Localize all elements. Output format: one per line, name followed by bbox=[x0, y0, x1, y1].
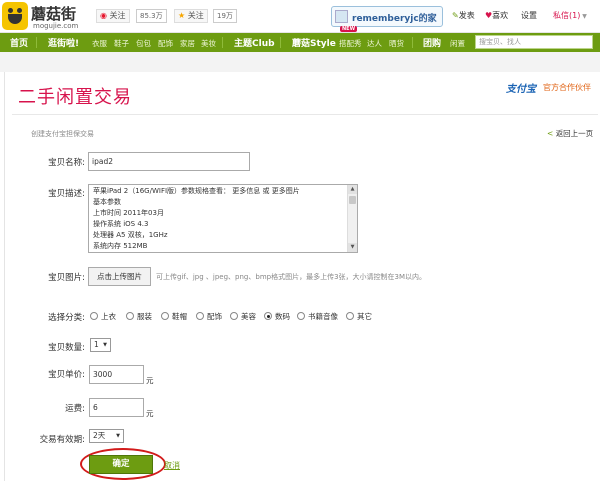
category-label-books: 书籍音像 bbox=[308, 312, 338, 321]
nav-club[interactable]: 主题Club bbox=[234, 36, 275, 49]
user-home-link[interactable]: rememberyjc的家 bbox=[331, 6, 443, 27]
desc-line: 操作系统 iOS 4.3 bbox=[93, 220, 149, 228]
title-divider bbox=[12, 114, 598, 115]
nav-match[interactable]: 搭配秀 bbox=[339, 38, 362, 49]
upload-hint: 可上传gif、jpg 、jpeg、png、bmp格式图片，最多上传3张，大小请控… bbox=[156, 273, 427, 281]
nav-idle[interactable]: 闲置 bbox=[450, 38, 465, 49]
chevron-down-icon: ▼ bbox=[580, 13, 587, 20]
top-bar: 蘑菇街 mogujie.com ◉ 关注 85.3万 ★ 关注 19万 reme… bbox=[0, 0, 600, 33]
nav-clothes[interactable]: 衣服 bbox=[92, 38, 107, 49]
user-home-name: rememberyjc的家 bbox=[352, 14, 437, 24]
category-radio-books[interactable] bbox=[297, 312, 305, 320]
weibo-icon: ◉ bbox=[100, 11, 107, 20]
category-radio-clothing[interactable] bbox=[126, 312, 134, 320]
shipping-input[interactable]: 6 bbox=[89, 398, 144, 417]
desc-line: 上市时间 2011年03月 bbox=[93, 209, 164, 217]
logo-eye-right bbox=[17, 8, 22, 13]
nav-beauty[interactable]: 美妆 bbox=[201, 38, 216, 49]
brand-url: mogujie.com bbox=[33, 22, 79, 30]
category-label-tops: 上衣 bbox=[101, 312, 116, 321]
chevron-down-icon: ▼ bbox=[103, 342, 107, 348]
validity-select[interactable]: 2天 ▼ bbox=[89, 429, 124, 443]
alipay-logo: 支付宝 bbox=[506, 84, 536, 95]
category-label-shoes-hats: 鞋帽 bbox=[172, 312, 187, 321]
chevron-down-icon: ▼ bbox=[116, 433, 120, 439]
scroll-thumb[interactable] bbox=[349, 196, 356, 204]
shipping-label: 运费: bbox=[65, 404, 85, 414]
category-label-digital: 数码 bbox=[275, 312, 290, 321]
category-radio-digital[interactable] bbox=[264, 312, 272, 320]
star-icon: ★ bbox=[178, 11, 186, 20]
desc-line: 系统内存 512MB bbox=[93, 242, 148, 250]
price-label: 宝贝单价: bbox=[48, 370, 85, 380]
scroll-up-icon[interactable]: ▲ bbox=[348, 185, 357, 194]
desc-label: 宝贝描述: bbox=[48, 189, 85, 199]
pencil-icon: ✎ bbox=[452, 11, 459, 20]
nav-style[interactable]: 蘑菇Style bbox=[292, 36, 336, 49]
search-input[interactable]: 搜宝贝、找人 bbox=[475, 35, 593, 49]
quantity-select[interactable]: 1 ▼ bbox=[90, 338, 111, 352]
scroll-down-icon[interactable]: ▼ bbox=[348, 243, 357, 252]
page-gap bbox=[0, 52, 600, 72]
breadcrumb: 创建支付宝担保交易 bbox=[31, 130, 94, 138]
avatar bbox=[335, 10, 348, 23]
logo-eye-left bbox=[8, 8, 13, 13]
category-label-beauty: 美容 bbox=[241, 312, 256, 321]
price-unit: 元 bbox=[146, 376, 154, 385]
qty-label: 宝贝数量: bbox=[48, 343, 85, 353]
category-label: 选择分类: bbox=[48, 313, 85, 323]
category-label-accessories: 配饰 bbox=[207, 312, 222, 321]
category-label-other: 其它 bbox=[357, 312, 372, 321]
nav-bags[interactable]: 包包 bbox=[136, 38, 151, 49]
mogujie-logo-icon[interactable] bbox=[2, 2, 28, 30]
shipping-unit: 元 bbox=[146, 409, 154, 418]
nav-divider bbox=[36, 37, 37, 48]
likes-link[interactable]: ♥喜欢 bbox=[485, 10, 508, 21]
category-radio-shoes-hats[interactable] bbox=[161, 312, 169, 320]
nav-accessories[interactable]: 配饰 bbox=[158, 38, 173, 49]
desc-line: 基本参数 bbox=[93, 198, 121, 206]
weibo-follower-count: 85.3万 bbox=[136, 9, 167, 23]
star-follower-count: 19万 bbox=[213, 9, 237, 23]
nav-home[interactable]: 首页 bbox=[10, 36, 28, 49]
new-badge: NEW bbox=[340, 26, 358, 32]
name-label: 宝贝名称: bbox=[48, 158, 85, 168]
pic-label: 宝贝图片: bbox=[48, 273, 85, 283]
category-radio-beauty[interactable] bbox=[230, 312, 238, 320]
weibo-follow-button[interactable]: ◉ 关注 bbox=[96, 9, 130, 23]
validity-label: 交易有效期: bbox=[39, 435, 85, 445]
brand-name[interactable]: 蘑菇街 bbox=[31, 3, 76, 24]
post-link[interactable]: ✎发表 bbox=[452, 10, 475, 21]
messages-link[interactable]: 私信(1) ▼ bbox=[553, 10, 587, 21]
price-input[interactable]: 3000 bbox=[89, 365, 144, 384]
nav-divider bbox=[222, 37, 223, 48]
category-label-clothing: 服装 bbox=[137, 312, 152, 321]
nav-show[interactable]: 晒货 bbox=[389, 38, 404, 49]
upload-image-button[interactable]: 点击上传图片 bbox=[88, 267, 151, 286]
category-radio-other[interactable] bbox=[346, 312, 354, 320]
desc-line: 处理器 A5 双核，1GHz bbox=[93, 231, 168, 239]
page-title: 二手闲置交易 bbox=[18, 87, 132, 108]
category-radio-accessories[interactable] bbox=[196, 312, 204, 320]
chevron-left-icon: < bbox=[547, 129, 554, 138]
item-description-textarea[interactable]: 苹果iPad 2（16G/WIFI版）参数规格查看： 更多信息 或 更多图片 基… bbox=[88, 184, 358, 253]
nav-expert[interactable]: 达人 bbox=[367, 38, 382, 49]
nav-group[interactable]: 团购 bbox=[423, 36, 441, 49]
cancel-link[interactable]: 取消 bbox=[164, 460, 180, 471]
item-name-input[interactable]: ipad2 bbox=[88, 152, 250, 171]
nav-home-goods[interactable]: 家居 bbox=[180, 38, 195, 49]
category-radio-tops[interactable] bbox=[90, 312, 98, 320]
desc-content: 苹果iPad 2（16G/WIFI版）参数规格查看： 更多信息 或 更多图片 基… bbox=[89, 185, 357, 252]
alipay-partner-text: 官方合作伙伴 bbox=[543, 83, 591, 92]
nav-divider bbox=[412, 37, 413, 48]
nav-shop[interactable]: 逛街啦! bbox=[48, 36, 79, 49]
confirm-button[interactable]: 确定 bbox=[89, 455, 153, 474]
back-link[interactable]: < 返回上一页 bbox=[547, 128, 593, 139]
star-follow-button[interactable]: ★ 关注 bbox=[174, 9, 208, 23]
desc-line: 苹果iPad 2（16G/WIFI版）参数规格查看： 更多信息 或 更多图片 bbox=[93, 187, 300, 195]
nav-shoes[interactable]: 鞋子 bbox=[114, 38, 129, 49]
nav-divider bbox=[280, 37, 281, 48]
desc-scrollbar[interactable]: ▲ ▼ bbox=[347, 185, 357, 252]
settings-link[interactable]: 设置 bbox=[521, 10, 537, 21]
